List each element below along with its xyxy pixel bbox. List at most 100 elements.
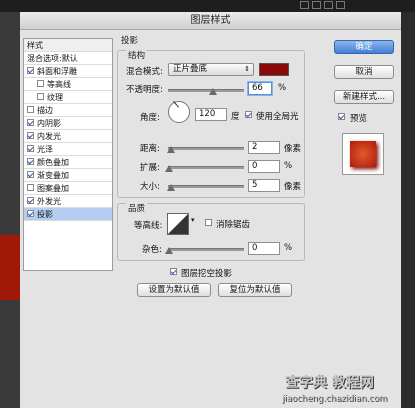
sidebar-item[interactable]: 内发光	[24, 130, 112, 143]
sidebar-item-checkbox[interactable]	[27, 210, 34, 217]
sidebar-item[interactable]: 投影	[24, 208, 112, 221]
sidebar-item-label: 图案叠加	[37, 184, 69, 193]
spread-unit: %	[284, 161, 293, 171]
sidebar-item-label: 颜色叠加	[37, 158, 69, 167]
preview-thumbnail	[342, 133, 384, 175]
sidebar-item[interactable]: 斜面和浮雕	[24, 65, 112, 78]
distance-slider[interactable]	[168, 147, 244, 150]
sidebar-item[interactable]: 光泽	[24, 143, 112, 156]
reset-default-button[interactable]: 复位为默认值	[218, 283, 292, 297]
distance-unit: 像素	[284, 144, 302, 154]
size-input[interactable]: 5	[248, 179, 280, 192]
sidebar-item-checkbox[interactable]	[27, 119, 34, 126]
blend-mode-select[interactable]: 正片叠底 ⇕	[168, 63, 254, 76]
shadow-color-swatch[interactable]	[259, 63, 289, 76]
sidebar-item[interactable]: 内阴影	[24, 117, 112, 130]
opacity-slider[interactable]	[168, 89, 244, 92]
angle-unit: 度	[231, 112, 240, 122]
watermark-line2: jiaocheng.chazidian.com	[282, 394, 388, 404]
noise-label: 杂色:	[142, 245, 162, 255]
distance-slider-thumb[interactable]	[167, 146, 175, 153]
new-style-button[interactable]: 新建样式...	[334, 90, 394, 104]
global-light-checkbox[interactable]	[245, 111, 252, 118]
angle-input[interactable]: 120	[195, 108, 227, 121]
select-arrows-icon: ⇕	[244, 65, 250, 73]
sidebar-item-checkbox[interactable]	[27, 106, 34, 113]
sidebar-item[interactable]: 描边	[24, 104, 112, 117]
opacity-input[interactable]: 66	[248, 82, 272, 95]
angle-label: 角度:	[140, 113, 160, 123]
layer-style-dialog: 图层样式 样式 混合选项:默认斜面和浮雕等高线纹理描边内阴影内发光光泽颜色叠加渐…	[20, 12, 401, 408]
sidebar-item-checkbox[interactable]	[27, 184, 34, 191]
sidebar-item[interactable]: 混合选项:默认	[24, 52, 112, 65]
sidebar-item-checkbox[interactable]	[27, 158, 34, 165]
spread-label: 扩展:	[140, 163, 160, 173]
contour-dropdown-arrow-icon[interactable]: ▾	[191, 216, 195, 224]
tool-icon[interactable]	[312, 1, 321, 9]
size-label: 大小:	[140, 182, 160, 192]
make-default-button[interactable]: 设置为默认值	[137, 283, 211, 297]
sidebar-item-label: 投影	[37, 210, 53, 219]
sidebar-item-checkbox[interactable]	[27, 171, 34, 178]
tool-icon[interactable]	[336, 1, 345, 9]
noise-slider[interactable]	[168, 248, 244, 251]
sidebar-item[interactable]: 渐变叠加	[24, 169, 112, 182]
noise-unit: %	[284, 243, 293, 253]
sidebar-item-label: 外发光	[37, 197, 61, 206]
opacity-unit: %	[278, 83, 287, 93]
sidebar-item[interactable]: 颜色叠加	[24, 156, 112, 169]
watermark-line1: 查字典 教程网	[285, 375, 374, 391]
ok-button[interactable]: 确定	[334, 40, 394, 54]
style-list: 样式 混合选项:默认斜面和浮雕等高线纹理描边内阴影内发光光泽颜色叠加渐变叠加图案…	[23, 38, 113, 271]
tool-icon[interactable]	[300, 1, 309, 9]
sidebar-item-checkbox[interactable]	[27, 197, 34, 204]
quality-panel: 品质 等高线: ▾ 消除锯齿 杂色: 0 %	[117, 202, 305, 261]
sidebar-item-checkbox[interactable]	[27, 145, 34, 152]
sidebar-item-label: 等高线	[47, 80, 71, 89]
angle-dial[interactable]	[168, 100, 190, 123]
canvas-strip	[0, 12, 20, 408]
sidebar-item[interactable]: 纹理	[24, 91, 112, 104]
contour-picker[interactable]	[167, 213, 189, 235]
sidebar-item-checkbox[interactable]	[27, 132, 34, 139]
size-slider-thumb[interactable]	[167, 184, 175, 191]
blend-mode-value: 正片叠底	[173, 64, 208, 74]
size-unit: 像素	[284, 182, 302, 192]
sidebar-item-checkbox[interactable]	[27, 67, 34, 74]
opacity-slider-thumb[interactable]	[209, 88, 217, 95]
distance-label: 距离:	[140, 144, 160, 154]
sidebar-item[interactable]: 等高线	[24, 78, 112, 91]
sidebar-item-label: 混合选项:默认	[27, 54, 78, 63]
sidebar-item-label: 内发光	[37, 132, 61, 141]
knockout-label: 图层挖空投影	[181, 269, 233, 279]
spread-input[interactable]: 0	[248, 160, 280, 173]
knockout-checkbox[interactable]	[170, 268, 177, 275]
distance-input[interactable]: 2	[248, 141, 280, 154]
opacity-label: 不透明度:	[126, 85, 163, 95]
sidebar-item-label: 描边	[37, 106, 53, 115]
section-title: 投影	[121, 36, 139, 46]
tool-icon[interactable]	[324, 1, 333, 9]
spread-slider-thumb[interactable]	[165, 165, 173, 172]
sidebar-item[interactable]: 外发光	[24, 195, 112, 208]
structure-panel: 结构 混合模式: 正片叠底 ⇕ 不透明度: 66 % 角度: 120 度 使用全…	[117, 49, 305, 198]
sidebar-item-checkbox[interactable]	[37, 93, 44, 100]
antialias-label: 消除锯齿	[216, 220, 251, 230]
antialias-checkbox[interactable]	[205, 219, 212, 226]
style-list-header: 样式	[24, 39, 112, 52]
noise-slider-thumb[interactable]	[165, 247, 173, 254]
sidebar-item[interactable]: 图案叠加	[24, 182, 112, 195]
contour-label: 等高线:	[134, 221, 163, 231]
app-right-panel	[401, 12, 415, 408]
size-slider[interactable]	[168, 185, 244, 188]
sidebar-item-label: 内阴影	[37, 119, 61, 128]
spread-slider[interactable]	[168, 166, 244, 169]
canvas-red-shape	[0, 235, 20, 300]
noise-input[interactable]: 0	[248, 242, 280, 255]
cancel-button[interactable]: 取消	[334, 65, 394, 79]
preview-checkbox[interactable]	[338, 113, 345, 120]
sidebar-item-checkbox[interactable]	[37, 80, 44, 87]
dialog-title: 图层样式	[20, 12, 401, 30]
sidebar-item-label: 斜面和浮雕	[37, 67, 77, 76]
top-toolbar-icons	[300, 1, 400, 11]
